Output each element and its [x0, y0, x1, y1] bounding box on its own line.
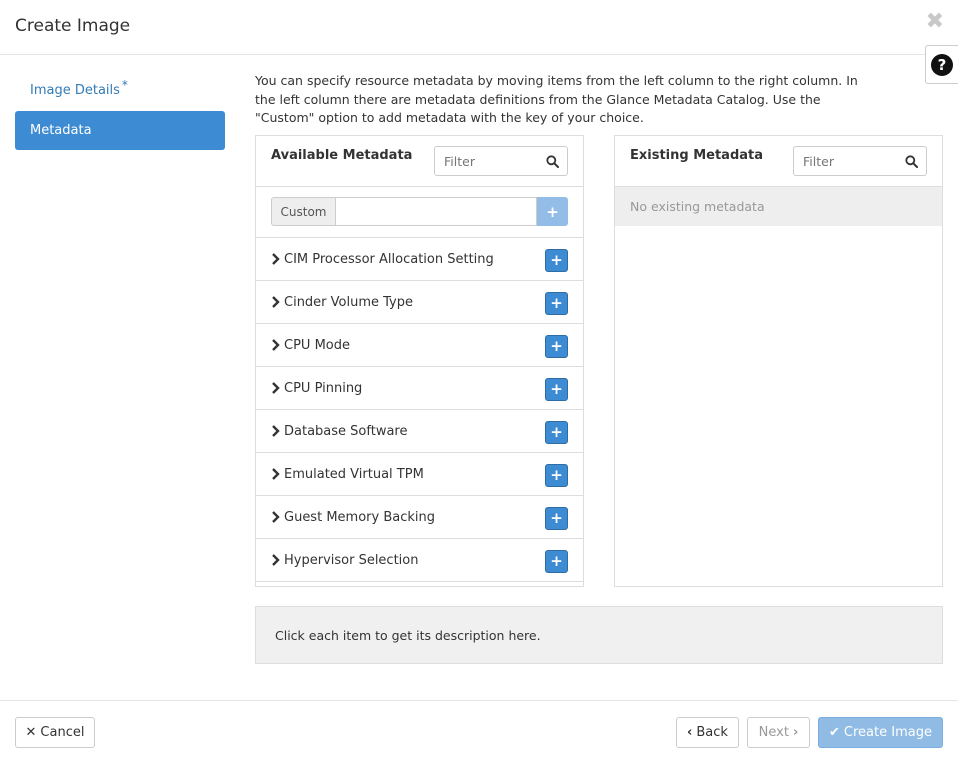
add-metadata-button[interactable]: + [545, 335, 568, 358]
close-icon[interactable]: ✖ [926, 10, 944, 34]
metadata-item[interactable]: Guest Memory Backing + [256, 496, 583, 539]
chevron-right-icon [272, 253, 280, 265]
metadata-item-label: Guest Memory Backing [284, 509, 435, 525]
metadata-item[interactable]: CPU Mode + [256, 324, 583, 367]
add-metadata-button[interactable]: + [545, 464, 568, 487]
question-circle-icon: ? [931, 53, 953, 76]
available-metadata-panel: Available Metadata Custom + CIM Processo… [255, 135, 584, 587]
add-metadata-button[interactable]: + [545, 249, 568, 272]
modal-header: Create Image ✖ [0, 0, 958, 55]
metadata-item[interactable]: Database Software + [256, 410, 583, 453]
available-metadata-list: CIM Processor Allocation Setting + Cinder … [256, 238, 583, 582]
add-metadata-button[interactable]: + [545, 292, 568, 315]
add-metadata-button[interactable]: + [545, 507, 568, 530]
metadata-item-label: Database Software [284, 423, 408, 439]
required-marker: * [121, 77, 128, 92]
chevron-right-icon [272, 554, 280, 566]
no-existing-metadata: No existing metadata [615, 187, 942, 226]
nav-item-image-details[interactable]: Image Details * [15, 71, 225, 110]
add-metadata-button[interactable]: + [545, 421, 568, 444]
metadata-item[interactable]: CPU Pinning + [256, 367, 583, 410]
cancel-button[interactable]: ✕ Cancel [15, 717, 95, 748]
chevron-right-icon [272, 339, 280, 351]
intro-text: You can specify resource metadata by mov… [255, 73, 858, 125]
metadata-item[interactable]: Cinder Volume Type + [256, 281, 583, 324]
add-metadata-button[interactable]: + [545, 550, 568, 573]
modal-title: Create Image [15, 16, 131, 36]
chevron-right-icon: › [792, 725, 799, 740]
metadata-item-label: Cinder Volume Type [284, 294, 413, 310]
close-icon: ✕ [25, 725, 37, 740]
search-icon[interactable] [896, 147, 926, 175]
metadata-item-label: CIM Processor Allocation Setting [284, 251, 494, 267]
available-filter-input[interactable] [435, 147, 537, 175]
existing-filter-input[interactable] [794, 147, 896, 175]
create-label: Create Image [843, 725, 932, 740]
chevron-right-icon [272, 425, 280, 437]
help-button[interactable]: ? [925, 45, 958, 84]
available-metadata-header: Available Metadata [256, 136, 583, 187]
chevron-right-icon [272, 382, 280, 394]
custom-metadata-row: Custom + [256, 187, 583, 238]
metadata-item[interactable]: Hypervisor Selection + [256, 539, 583, 582]
chevron-right-icon [272, 296, 280, 308]
nav-item-label: Metadata [30, 123, 92, 138]
nav-item-metadata[interactable]: Metadata [15, 111, 225, 150]
cancel-label: Cancel [40, 725, 85, 740]
chevron-left-icon: ‹ [687, 725, 693, 740]
metadata-item[interactable]: CIM Processor Allocation Setting + [256, 238, 583, 281]
custom-label: Custom [271, 197, 336, 226]
existing-metadata-panel: Existing Metadata No existing metadata [614, 135, 943, 587]
metadata-description: Click each item to get its description h… [255, 606, 943, 664]
existing-metadata-title: Existing Metadata [630, 148, 764, 163]
chevron-right-icon [272, 468, 280, 480]
modal-footer: ✕ Cancel ‹ Back Next › ✔ Create Image [0, 700, 958, 763]
back-button[interactable]: ‹ Back [676, 717, 739, 748]
metadata-item-label: Emulated Virtual TPM [284, 466, 424, 482]
wizard-nav: Image Details * Metadata [15, 71, 225, 151]
metadata-item-label: CPU Pinning [284, 380, 363, 396]
available-filter [434, 146, 568, 176]
metadata-item-label: Hypervisor Selection [284, 552, 419, 568]
create-image-button[interactable]: ✔ Create Image [818, 717, 943, 748]
metadata-item-label: CPU Mode [284, 337, 350, 353]
next-label: Next [758, 725, 789, 740]
nav-item-label: Image Details [30, 83, 120, 98]
check-icon: ✔ [829, 725, 840, 740]
existing-filter [793, 146, 927, 176]
existing-metadata-header: Existing Metadata [615, 136, 942, 187]
chevron-right-icon [272, 511, 280, 523]
available-metadata-title: Available Metadata [271, 148, 413, 163]
next-button[interactable]: Next › [747, 717, 810, 748]
back-label: Back [696, 725, 728, 740]
search-icon[interactable] [537, 147, 567, 175]
metadata-item[interactable]: Emulated Virtual TPM + [256, 453, 583, 496]
custom-add-button[interactable]: + [537, 197, 568, 226]
custom-key-input[interactable] [336, 197, 537, 226]
add-metadata-button[interactable]: + [545, 378, 568, 401]
